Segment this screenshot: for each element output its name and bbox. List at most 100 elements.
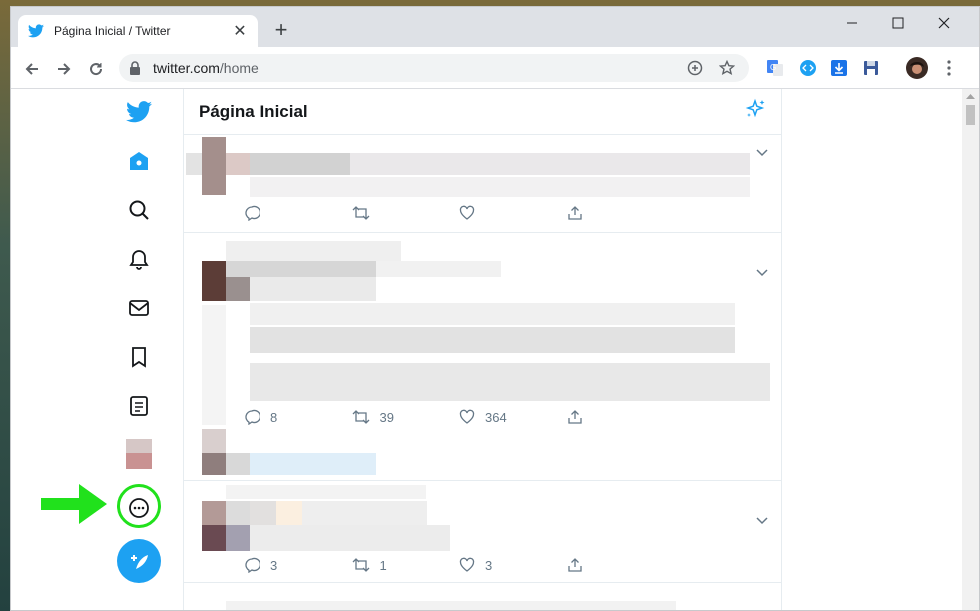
avatar-blurred [202, 261, 226, 301]
retweet-icon [352, 206, 369, 220]
blurred-content [250, 525, 450, 551]
retweet-button[interactable]: 1 [352, 557, 460, 573]
retweet-button[interactable] [352, 205, 460, 221]
code-extension-icon[interactable] [798, 58, 818, 78]
compose-tweet-button[interactable] [117, 539, 161, 583]
blurred-content [350, 153, 750, 175]
blurred-content [226, 601, 676, 610]
blurred-content [186, 153, 202, 175]
browser-menu-icon[interactable] [939, 58, 959, 78]
blurred-content [226, 261, 376, 277]
share-button[interactable] [567, 205, 675, 221]
blurred-content [226, 153, 250, 175]
bookmark-star-icon[interactable] [715, 56, 739, 80]
tweet[interactable]: 3 1 3 [184, 481, 781, 583]
blurred-content [250, 363, 770, 401]
maximize-icon [892, 17, 904, 29]
timeline-header: Página Inicial [184, 89, 781, 135]
home-icon[interactable] [124, 146, 154, 176]
retweet-count: 39 [379, 409, 394, 425]
forward-button[interactable] [52, 57, 76, 81]
translate-extension-icon[interactable]: G [765, 58, 785, 78]
new-tab-button[interactable]: + [269, 19, 293, 41]
lock-icon [130, 61, 140, 75]
minimize-icon [847, 22, 857, 24]
retweet-button[interactable]: 39 [352, 409, 460, 425]
chevron-down-icon[interactable] [755, 513, 769, 531]
blurred-content [226, 241, 401, 261]
share-icon [567, 206, 582, 220]
save-extension-icon[interactable] [861, 58, 881, 78]
like-button[interactable]: 364 [459, 409, 567, 425]
page-scrollbar[interactable] [962, 89, 979, 610]
search-icon[interactable] [124, 195, 154, 225]
blurred-content [202, 305, 226, 425]
blurred-content [276, 501, 302, 525]
more-icon-highlight [117, 484, 161, 528]
url-path: /home [219, 60, 259, 76]
add-shortcut-icon[interactable] [683, 56, 707, 80]
tweet-actions: 8 39 364 [244, 409, 674, 425]
like-button[interactable]: 3 [459, 557, 567, 573]
reload-icon [90, 63, 103, 76]
forward-arrow-icon [58, 63, 71, 75]
bell-icon[interactable] [124, 244, 154, 274]
back-arrow-icon [25, 63, 38, 75]
share-button[interactable] [567, 557, 675, 573]
page-content: Página Inicial 8 39 364 3 1 3 [11, 89, 979, 610]
profile-avatar[interactable] [124, 439, 154, 469]
heart-icon [459, 205, 475, 220]
minimize-button[interactable] [829, 7, 875, 39]
tab-twitter[interactable]: Página Inicial / Twitter ✕ [18, 15, 258, 47]
chevron-down-icon[interactable] [755, 265, 769, 283]
reply-icon [245, 409, 260, 425]
sparkle-icon[interactable] [744, 98, 766, 125]
share-button[interactable] [567, 409, 675, 425]
bookmark-icon[interactable] [124, 342, 154, 372]
close-window-button[interactable] [921, 7, 967, 39]
reply-button[interactable]: 3 [244, 557, 352, 573]
avatar-blurred [202, 501, 226, 525]
heart-icon [459, 557, 475, 572]
mail-icon[interactable] [124, 293, 154, 323]
profile-avatar[interactable] [905, 56, 929, 80]
scroll-up-icon [966, 94, 975, 99]
blurred-content [250, 153, 350, 175]
back-button[interactable] [20, 57, 44, 81]
reply-icon [245, 205, 260, 221]
scrollbar-thumb[interactable] [966, 105, 975, 125]
tweet-actions: 3 1 3 [244, 557, 674, 573]
share-icon [567, 410, 582, 424]
tweet[interactable]: 8 39 364 [184, 233, 781, 481]
reply-button[interactable] [244, 205, 352, 221]
like-button[interactable] [459, 205, 567, 221]
maximize-button[interactable] [875, 7, 921, 39]
share-icon [567, 558, 582, 572]
heart-icon [459, 409, 475, 424]
retweet-count: 1 [379, 557, 387, 573]
tab-close-icon[interactable]: ✕ [232, 21, 248, 41]
reply-count: 8 [270, 409, 278, 425]
chevron-down-icon[interactable] [755, 145, 769, 163]
address-bar[interactable]: twitter.com/home [119, 54, 749, 82]
reply-button[interactable]: 8 [244, 409, 352, 425]
download-extension-icon[interactable] [829, 58, 849, 78]
tweet[interactable] [184, 135, 781, 233]
blurred-content [376, 261, 501, 277]
blurred-content [226, 501, 250, 525]
like-count: 364 [485, 409, 507, 425]
blurred-content [250, 277, 376, 301]
tweet[interactable] [184, 583, 781, 610]
list-icon[interactable] [124, 391, 154, 421]
avatar-blurred [202, 137, 226, 195]
blurred-content [302, 501, 427, 525]
green-arrow-annotation [39, 481, 109, 532]
tab-strip: Página Inicial / Twitter ✕ + [11, 7, 979, 47]
blurred-content [226, 485, 426, 499]
svg-text:G: G [770, 63, 776, 72]
blurred-content [202, 453, 226, 475]
reply-count: 3 [270, 557, 278, 573]
blurred-content [250, 303, 735, 325]
reload-button[interactable] [84, 57, 108, 81]
twitter-logo-icon[interactable] [124, 97, 154, 127]
